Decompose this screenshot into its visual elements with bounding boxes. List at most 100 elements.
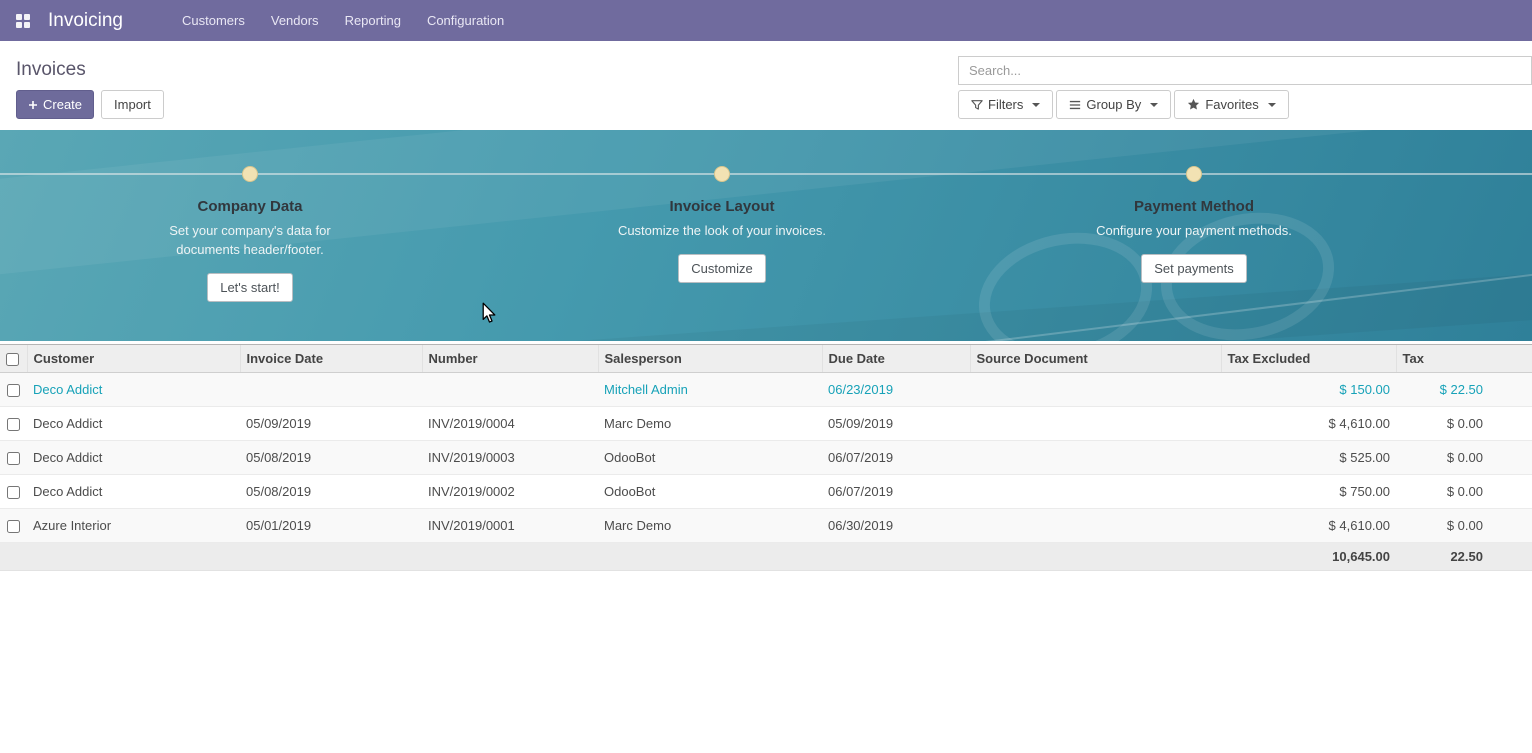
page-title: Invoices [16,56,958,86]
lets-start-button[interactable]: Let's start! [207,273,293,302]
column-header-tax[interactable]: Tax [1396,345,1532,373]
customize-button[interactable]: Customize [678,254,765,283]
cell-due-date: 06/07/2019 [822,475,970,509]
onboarding-step-payment-method: Payment Method Configure your payment me… [958,130,1430,302]
control-panel-left: Invoices Create Import [16,56,958,119]
column-header-due-date[interactable]: Due Date [822,345,970,373]
step-description: Customize the look of your invoices. [618,222,826,241]
select-all-checkbox[interactable] [6,353,19,366]
app-name[interactable]: Invoicing [48,10,123,32]
set-payments-button[interactable]: Set payments [1141,254,1247,283]
apps-menu-icon[interactable] [10,8,36,34]
invoice-row[interactable]: Azure Interior 05/01/2019 INV/2019/0001 … [0,509,1532,543]
cell-salesperson: Marc Demo [598,509,822,543]
onboarding-step-company-data: Company Data Set your company's data for… [14,130,486,302]
cell-due-date: 06/30/2019 [822,509,970,543]
step-dot-icon [714,166,730,182]
cell-tax-excluded: $ 4,610.00 [1221,407,1396,441]
cell-source-document [970,509,1221,543]
cell-salesperson: OdooBot [598,475,822,509]
action-buttons: Create Import [16,90,958,119]
plus-icon [28,100,38,110]
cell-invoice-date: 05/08/2019 [240,475,422,509]
row-select-cell [0,407,27,441]
row-select-cell [0,373,27,407]
column-header-number[interactable]: Number [422,345,598,373]
group-by-icon [1069,99,1081,111]
cell-customer: Azure Interior [27,509,240,543]
invoice-row[interactable]: Deco Addict 05/08/2019 INV/2019/0002 Odo… [0,475,1532,509]
step-title: Company Data [197,198,302,215]
search-input[interactable] [958,56,1532,85]
cell-salesperson: Mitchell Admin [598,373,822,407]
column-header-customer[interactable]: Customer [27,345,240,373]
cell-due-date: 06/07/2019 [822,441,970,475]
cell-tax: $ 0.00 [1396,509,1532,543]
row-checkbox[interactable] [7,486,20,499]
star-icon [1187,98,1200,111]
cell-number: INV/2019/0002 [422,475,598,509]
cell-tax-excluded: $ 525.00 [1221,441,1396,475]
cell-tax-excluded: $ 4,610.00 [1221,509,1396,543]
filter-bar: Filters Group By Favorites [958,90,1532,119]
nav-item-customers[interactable]: Customers [169,0,258,41]
invoice-row[interactable]: Deco Addict Mitchell Admin 06/23/2019 $ … [0,373,1532,407]
nav-menu: Customers Vendors Reporting Configuratio… [169,0,517,41]
group-by-button[interactable]: Group By [1056,90,1171,119]
group-by-button-label: Group By [1086,97,1141,112]
import-button[interactable]: Import [101,90,164,119]
nav-item-vendors[interactable]: Vendors [258,0,332,41]
cell-source-document [970,475,1221,509]
cell-tax-excluded: $ 750.00 [1221,475,1396,509]
favorites-button[interactable]: Favorites [1174,90,1288,119]
cell-due-date: 06/23/2019 [822,373,970,407]
filter-icon [971,99,983,111]
column-header-salesperson[interactable]: Salesperson [598,345,822,373]
total-tax: 22.50 [1396,543,1532,571]
cell-customer: Deco Addict [27,407,240,441]
cell-invoice-date: 05/09/2019 [240,407,422,441]
cell-source-document [970,441,1221,475]
control-panel-right: Filters Group By Favorites [958,56,1532,119]
step-description: Configure your payment methods. [1096,222,1292,241]
row-checkbox[interactable] [7,418,20,431]
nav-item-configuration[interactable]: Configuration [414,0,517,41]
row-checkbox[interactable] [7,452,20,465]
cell-number: INV/2019/0003 [422,441,598,475]
row-select-cell [0,475,27,509]
caret-down-icon [1150,103,1158,111]
filters-button-label: Filters [988,97,1023,112]
cell-tax-excluded: $ 150.00 [1221,373,1396,407]
cell-tax: $ 22.50 [1396,373,1532,407]
cell-salesperson: Marc Demo [598,407,822,441]
import-button-label: Import [114,97,151,112]
create-button[interactable]: Create [16,90,94,119]
step-title: Invoice Layout [669,198,774,215]
invoicing-app-screen: Invoicing Customers Vendors Reporting Co… [0,0,1532,753]
cell-due-date: 05/09/2019 [822,407,970,441]
row-select-cell [0,509,27,543]
grid-icon [16,14,30,28]
invoice-row[interactable]: Deco Addict 05/09/2019 INV/2019/0004 Mar… [0,407,1532,441]
step-dot-icon [1186,166,1202,182]
cell-number: INV/2019/0004 [422,407,598,441]
footer-empty-cell [598,543,822,571]
cell-tax: $ 0.00 [1396,441,1532,475]
nav-item-reporting[interactable]: Reporting [332,0,414,41]
footer-empty-cell [27,543,240,571]
row-select-cell [0,441,27,475]
cell-invoice-date: 05/01/2019 [240,509,422,543]
onboarding-steps: Company Data Set your company's data for… [14,130,1430,302]
top-navbar: Invoicing Customers Vendors Reporting Co… [0,0,1532,41]
column-header-invoice-date[interactable]: Invoice Date [240,345,422,373]
step-description: Set your company's data for documents he… [145,222,355,260]
column-header-source-document[interactable]: Source Document [970,345,1221,373]
column-header-tax-excluded[interactable]: Tax Excluded [1221,345,1396,373]
filters-button[interactable]: Filters [958,90,1053,119]
invoice-row[interactable]: Deco Addict 05/08/2019 INV/2019/0003 Odo… [0,441,1532,475]
row-checkbox[interactable] [7,384,20,397]
invoice-list-table: Customer Invoice Date Number Salesperson… [0,344,1532,571]
row-checkbox[interactable] [7,520,20,533]
control-panel: Invoices Create Import Filters [0,41,1532,119]
select-all-cell [0,345,27,373]
